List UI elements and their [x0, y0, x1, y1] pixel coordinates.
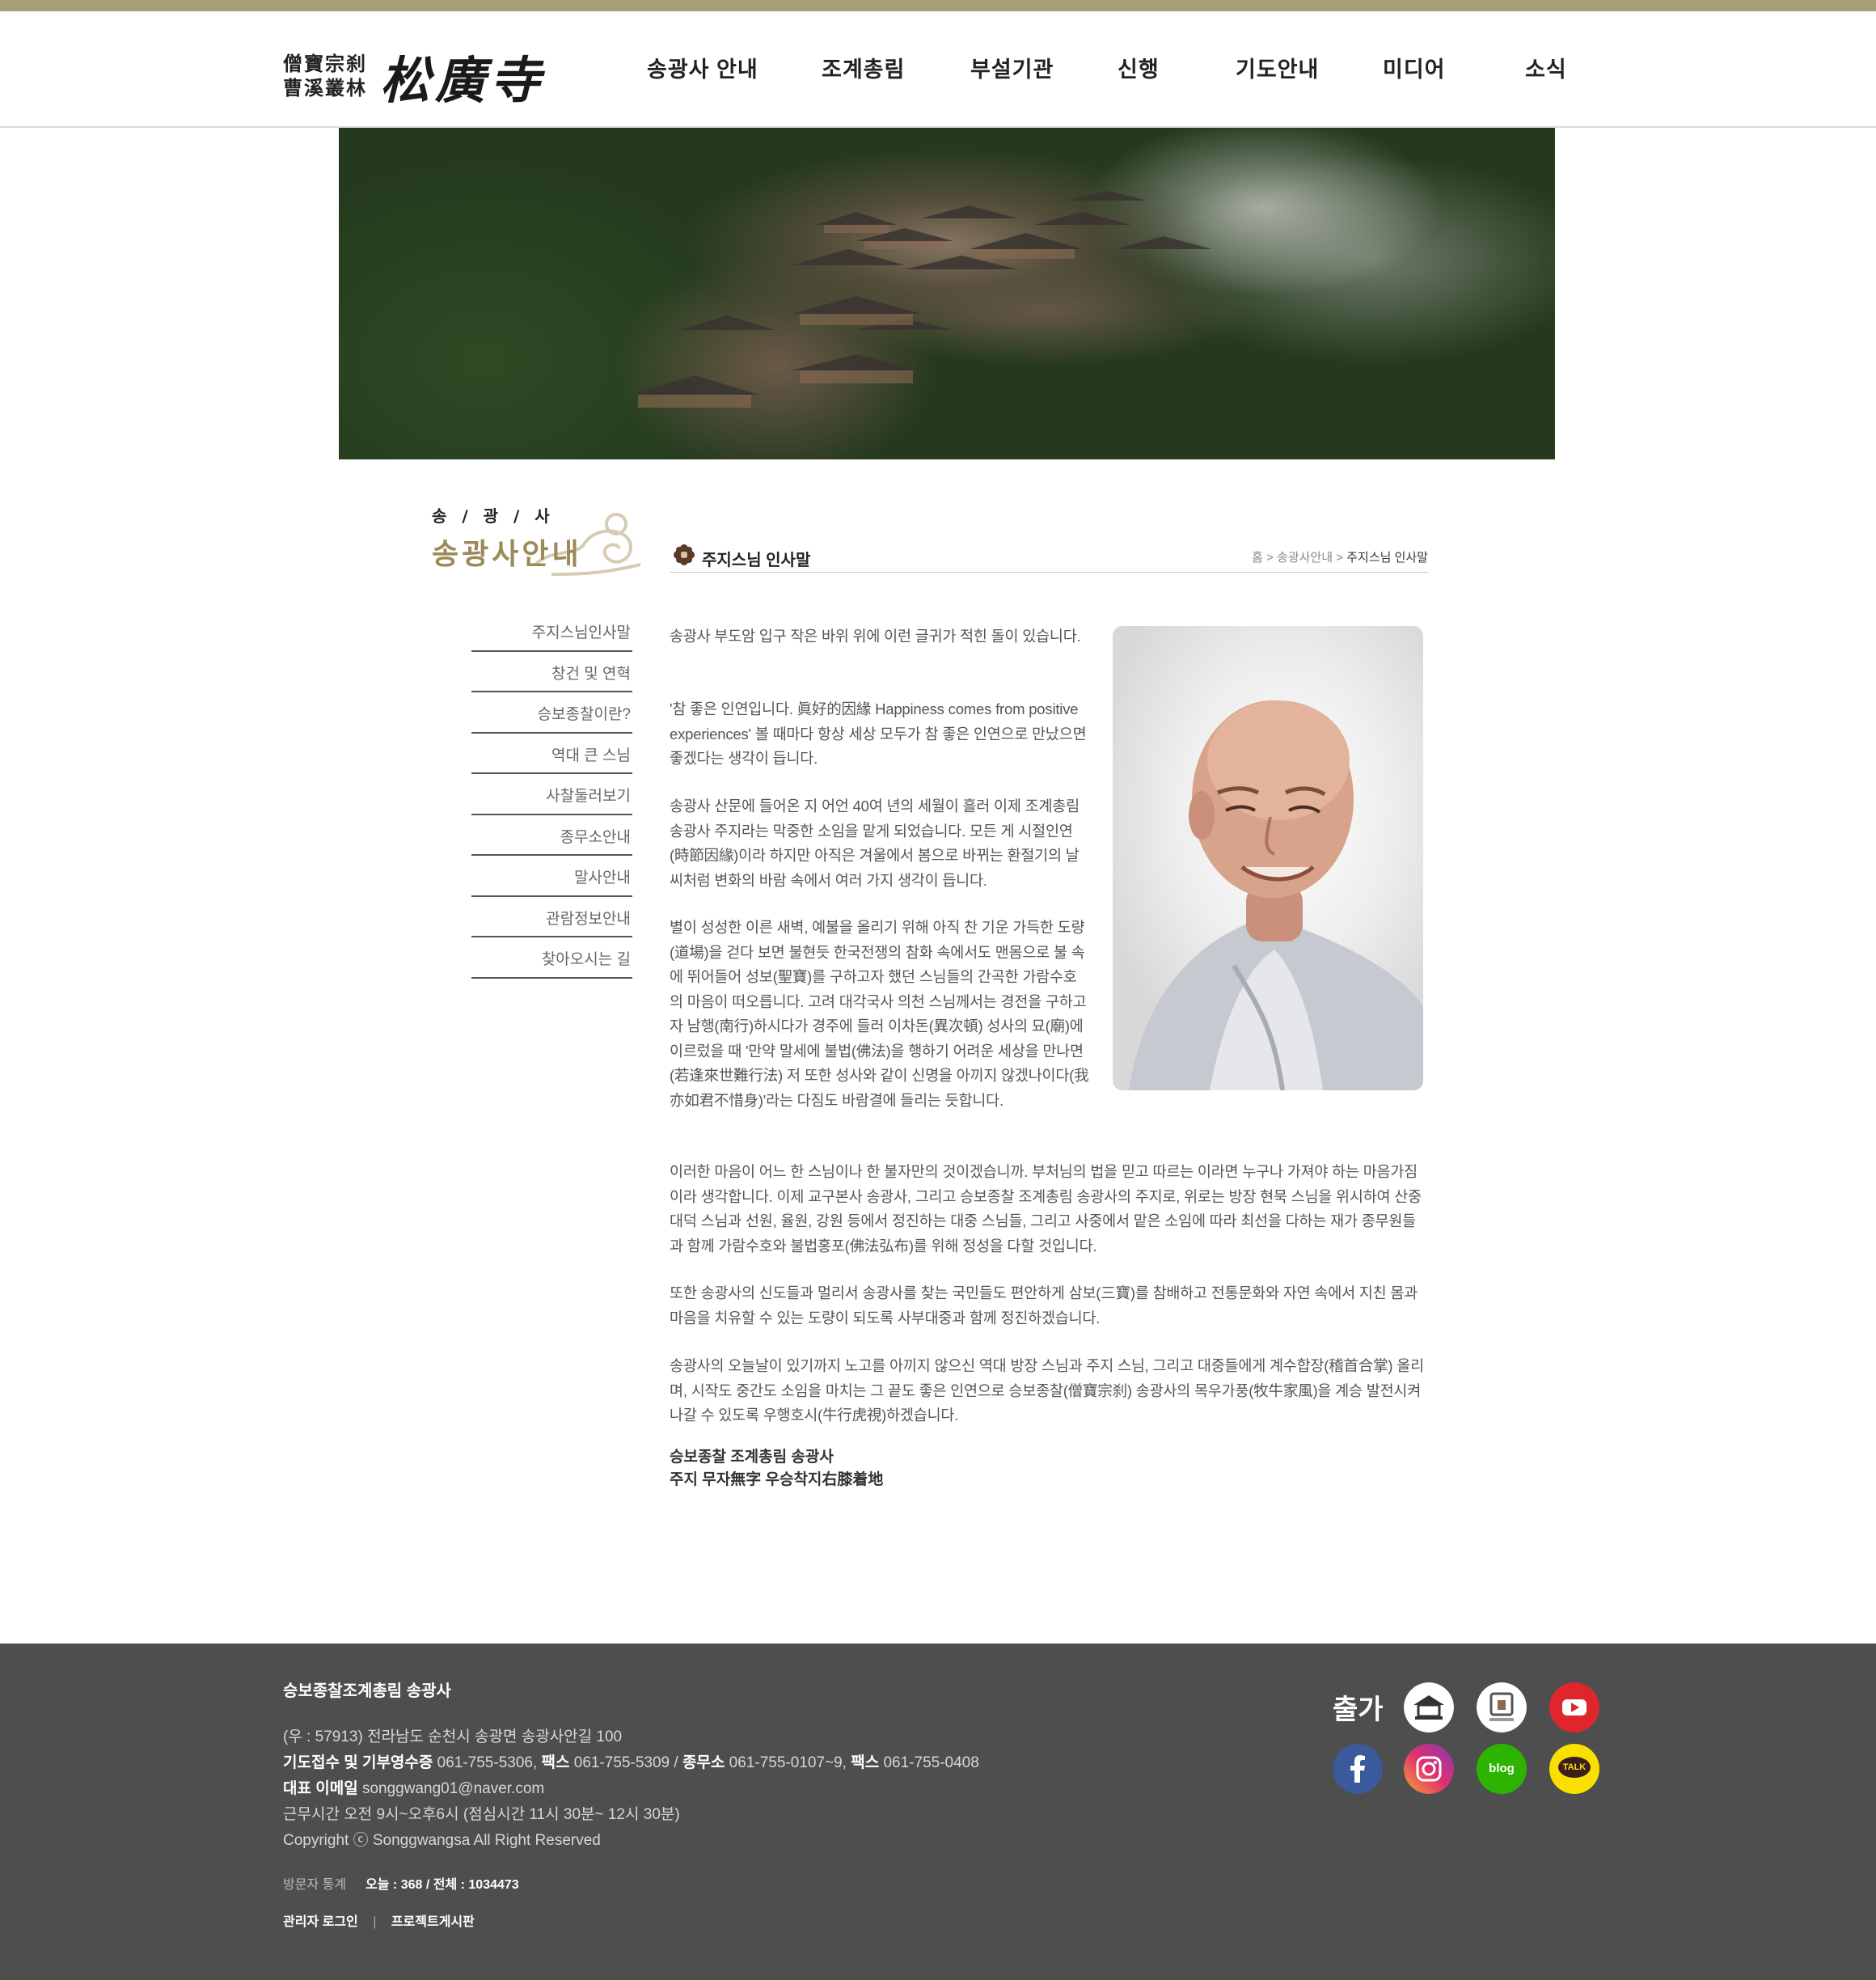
side-menu-item-visitor-info[interactable]: 관람정보안내	[471, 897, 632, 937]
top-accent-bar	[0, 0, 1876, 11]
footer-fax2: 061-755-0408	[879, 1754, 979, 1771]
breadcrumb-separator-icon: >	[1266, 551, 1278, 565]
breadcrumb-home[interactable]: 홈	[1252, 551, 1263, 565]
footer-email-value: songgwang01@naver.com	[357, 1780, 545, 1797]
footer-office-tel: 061-755-0107~9,	[725, 1754, 851, 1771]
footer-links: 관리자 로그인 | 프로젝트게시판	[283, 1910, 475, 1930]
nav-item-faith[interactable]: 신행	[1118, 52, 1160, 83]
side-menu-item-seungbo[interactable]: 승보종찰이란?	[471, 692, 632, 734]
temple-banner-image	[339, 128, 1555, 459]
abbot-portrait	[1113, 626, 1423, 1090]
temple-icon[interactable]	[1404, 1682, 1454, 1732]
logo-title: 松廣寺	[380, 51, 546, 110]
footer-contacts: 기도접수 및 기부영수증 061-755-5306, 팩스 061-755-53…	[283, 1750, 979, 1772]
footer-fax2-label: 팩스	[851, 1754, 880, 1771]
footer-email: 대표 이메일 songgwang01@naver.com	[283, 1776, 544, 1798]
signature-line-abbot: 주지 무자無字 우승착지右膝着地	[670, 1471, 884, 1488]
blog-icon[interactable]: blog	[1477, 1744, 1527, 1794]
nav-item-media[interactable]: 미디어	[1383, 52, 1446, 83]
greeting-paragraph-3: 송광사 산문에 들어온 지 어언 40여 년의 세월이 흘러 이제 조계총림 송…	[670, 798, 1080, 889]
nav-item-news[interactable]: 소식	[1525, 52, 1567, 83]
main-nav: 송광사 안내 조계총림 부설기관 신행 기도안내 미디어 소식	[647, 52, 1577, 87]
site-logo[interactable]: 僧寶宗刹 曹溪叢林 松廣寺	[283, 44, 545, 110]
footer-prayer-tel: 061-755-5306,	[433, 1754, 542, 1771]
side-menu-item-branch-temples[interactable]: 말사안내	[471, 856, 632, 897]
page-title: 주지스님 인사말	[702, 552, 811, 569]
footer-address: (우 : 57913) 전라남도 순천시 송광면 송광사안길 100	[283, 1728, 623, 1745]
youtube-icon[interactable]	[1549, 1682, 1599, 1732]
greeting-paragraph-5: 이러한 마음이 어느 한 스님이나 한 불자만의 것이겠습니까. 부처님의 법을…	[670, 1163, 1422, 1254]
logo-subtitle: 僧寶宗刹 曹溪叢林	[283, 52, 367, 100]
side-menu-item-greeting[interactable]: 주지스님인사말	[471, 611, 632, 652]
admin-login-link[interactable]: 관리자 로그인	[283, 1915, 358, 1929]
footer-copyright: Copyright ⓒ Songgwangsa All Right Reserv…	[283, 1832, 601, 1849]
section-title-small: 송 / 광 / 사	[432, 506, 555, 526]
footer-email-label: 대표 이메일	[283, 1780, 358, 1797]
footer-link-separator: |	[373, 1915, 377, 1929]
side-menu-item-office[interactable]: 종무소안내	[471, 815, 632, 856]
side-menu-item-directions[interactable]: 찾아오시는 길	[471, 937, 632, 979]
side-menu-item-history[interactable]: 창건 및 연혁	[471, 652, 632, 692]
footer-hours: 근무시간 오전 9시~오후6시 (점심시간 11시 30분~ 12시 30분)	[283, 1806, 680, 1823]
site-footer: 승보종찰조계총림 송광사 (우 : 57913) 전라남도 순천시 송광면 송광…	[0, 1644, 1876, 1980]
side-menu: 주지스님인사말 창건 및 연혁 승보종찰이란? 역대 큰 스님 사찰둘러보기 종…	[471, 611, 632, 979]
site-header: 僧寶宗刹 曹溪叢林 松廣寺 송광사 안내 조계총림 부설기관 신행 기도안내 미…	[0, 11, 1876, 128]
footer-org-name: 승보종찰조계총림 송광사	[283, 1682, 451, 1700]
instagram-icon[interactable]	[1404, 1744, 1454, 1794]
footer-fax1: 061-755-5309 /	[569, 1754, 682, 1771]
greeting-paragraph-1: 송광사 부도암 입구 작은 바위 위에 이런 글귀가 적힌 돌이 있습니다.	[670, 628, 1081, 645]
breadcrumb: 홈 > 송광사안내 > 주지스님 인사말	[1252, 548, 1428, 565]
kakaotalk-icon-text: TALK	[1562, 1762, 1587, 1772]
project-board-link[interactable]: 프로젝트게시판	[391, 1915, 475, 1929]
nav-item-prayer[interactable]: 기도안내	[1236, 52, 1319, 83]
breadcrumb-separator-icon: >	[1336, 551, 1347, 565]
signature-line-temple: 승보종찰 조계총림 송광사	[670, 1449, 834, 1466]
footer-prayer-label: 기도접수 및 기부영수증	[283, 1754, 433, 1771]
templestay-icon[interactable]	[1477, 1682, 1527, 1732]
nav-item-songgwangsa-guide[interactable]: 송광사 안내	[647, 52, 758, 83]
facebook-icon[interactable]	[1333, 1744, 1383, 1794]
footer-fax-label: 팩스	[541, 1754, 570, 1771]
breadcrumb-current: 주지스님 인사말	[1346, 551, 1428, 565]
section-title-block: 송 / 광 / 사 송광사안내	[414, 500, 641, 581]
nav-item-jogye-chongrim[interactable]: 조계총림	[822, 52, 905, 83]
side-menu-item-great-monks[interactable]: 역대 큰 스님	[471, 734, 632, 774]
content-header: 주지스님 인사말 홈 > 송광사안내 > 주지스님 인사말	[670, 540, 1428, 573]
nav-item-affiliated[interactable]: 부설기관	[970, 52, 1054, 83]
visitor-stats-value: 오늘 : 368 / 전체 : 1034473	[365, 1878, 519, 1892]
monk-portrait-illustration	[1129, 700, 1423, 1090]
blog-icon-text: blog	[1489, 1762, 1515, 1775]
visitor-stats-label: 방문자 통계	[283, 1878, 347, 1892]
visitor-stats: 방문자 통계 오늘 : 368 / 전체 : 1034473	[283, 1873, 519, 1893]
greeting-paragraph-2: '참 좋은 인연입니다. 眞好的因緣 Happiness comes from …	[670, 700, 1087, 767]
greeting-paragraph-4: 별이 성성한 이른 새벽, 예불을 올리기 위해 아직 찬 기운 가득한 도량(…	[670, 919, 1089, 1109]
footer-office-label: 종무소	[682, 1754, 725, 1771]
temple-roofs-illustration	[630, 191, 1212, 408]
logo-subtitle-line2: 曹溪叢林	[283, 76, 367, 99]
signature-block: 승보종찰 조계총림 송광사 주지 무자無字 우승착지右膝着地	[670, 1446, 883, 1491]
greeting-paragraph-6: 또한 송광사의 신도들과 멀리서 송광사를 찾는 국민들도 편안하게 삼보(三寶…	[670, 1284, 1418, 1326]
kakaotalk-icon[interactable]: TALK	[1549, 1744, 1599, 1794]
section-title-big: 송광사안내	[432, 537, 582, 571]
ordination-label[interactable]: 출가	[1333, 1687, 1384, 1727]
logo-subtitle-line1: 僧寶宗刹	[283, 52, 367, 75]
greeting-paragraph-7: 송광사의 오늘날이 있기까지 노고를 아끼지 않으신 역대 방장 스님과 주지 …	[670, 1357, 1424, 1424]
side-menu-item-temple-tour[interactable]: 사찰둘러보기	[471, 774, 632, 815]
lotus-flower-icon	[674, 544, 695, 565]
breadcrumb-section[interactable]: 송광사안내	[1277, 551, 1333, 565]
